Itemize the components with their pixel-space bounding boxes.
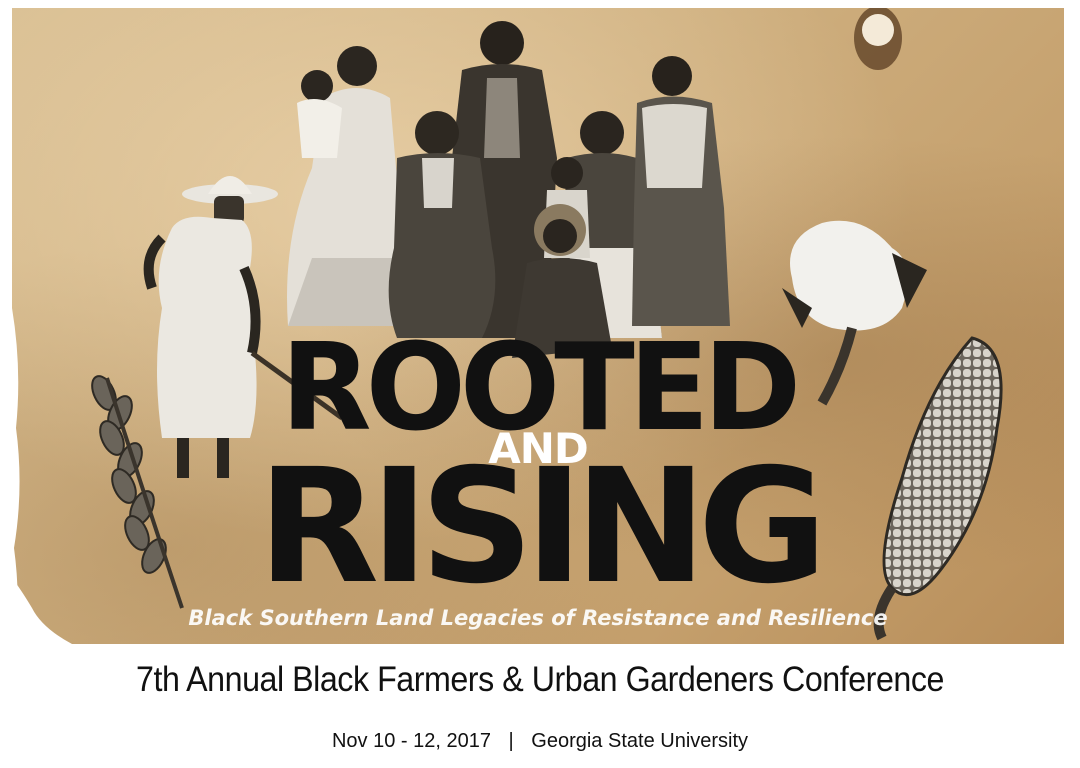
conference-name: 7th Annual Black Farmers & Urban Gardene… [136, 660, 944, 699]
poster-subtitle: Black Southern Land Legacies of Resistan… [188, 606, 888, 630]
poster-title-and: AND [488, 424, 589, 473]
burn-mark [854, 8, 902, 70]
family-group-photo [287, 21, 730, 358]
details-separator: | [508, 730, 514, 752]
conference-details: Nov 10 - 12, 2017 | Georgia State Univer… [0, 730, 1080, 753]
conference-dates: Nov 10 - 12, 2017 [331, 730, 491, 752]
poster-artwork: ROOTED RISING AND Black Southern Land Le… [12, 8, 1064, 644]
conference-venue: Georgia State University [531, 730, 749, 752]
